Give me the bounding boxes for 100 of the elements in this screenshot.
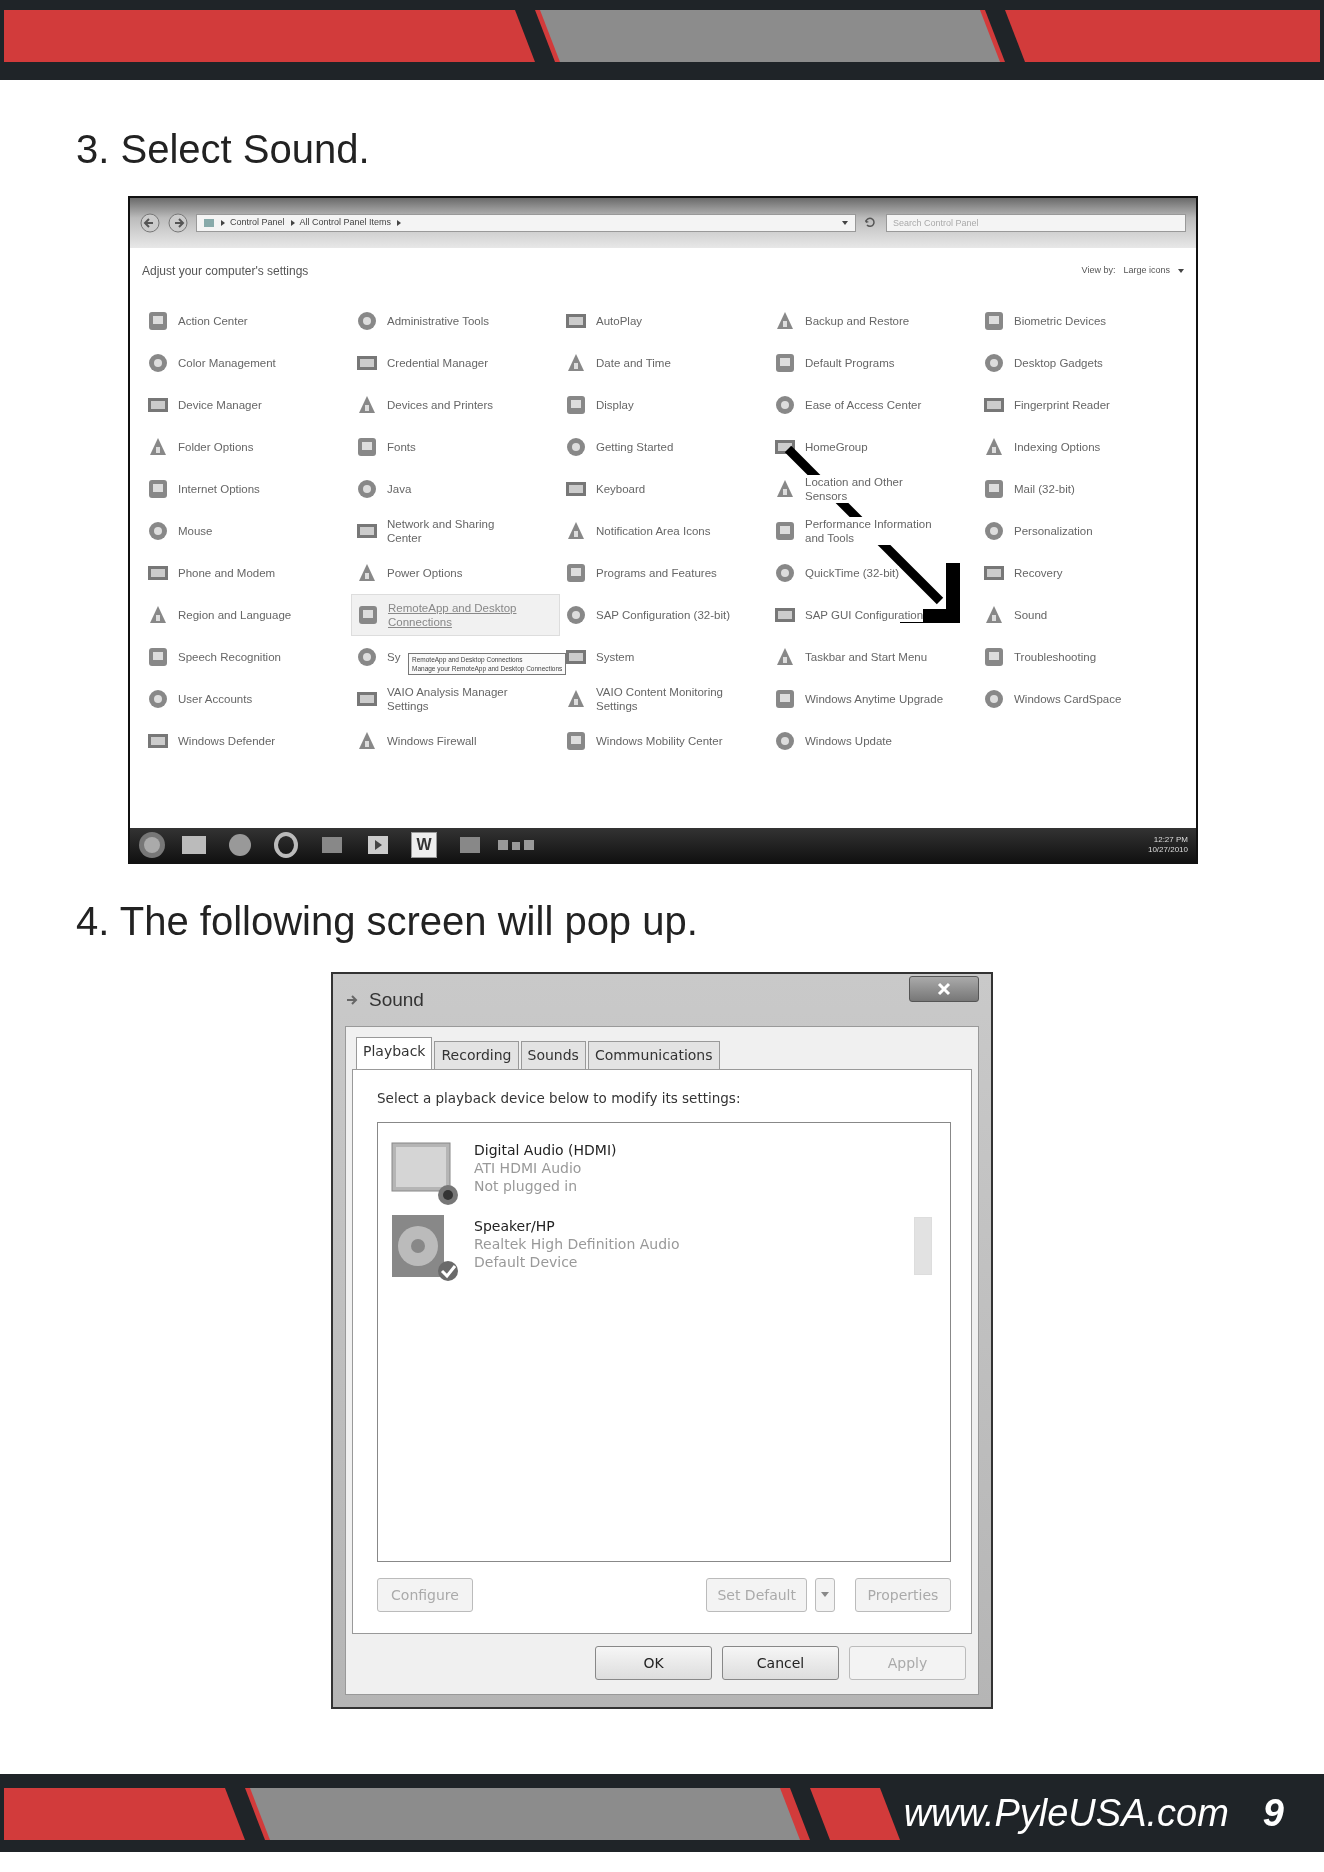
control-panel-link[interactable]: Region and Language bbox=[178, 608, 292, 622]
control-panel-link[interactable]: Date and Time bbox=[596, 356, 671, 370]
address-bar[interactable]: Control Panel All Control Panel Items bbox=[196, 214, 856, 232]
control-panel-link[interactable]: Windows Anytime Upgrade bbox=[805, 692, 944, 706]
control-panel-link[interactable]: SAP GUI Configuration bbox=[805, 608, 924, 622]
circle-icon[interactable] bbox=[226, 831, 254, 859]
control-panel-link[interactable]: AutoPlay bbox=[596, 314, 643, 328]
circle-icon[interactable] bbox=[146, 351, 170, 375]
control-panel-link[interactable]: SAP Configuration (32-bit) bbox=[596, 608, 731, 622]
view-by-dropdown[interactable]: Large icons bbox=[1123, 264, 1170, 278]
square-icon[interactable] bbox=[773, 687, 797, 711]
page-heading: Adjust your computer's settings bbox=[142, 263, 309, 280]
tab[interactable]: Sounds bbox=[520, 1041, 586, 1069]
circle-icon[interactable] bbox=[982, 351, 1006, 375]
control-panel-link[interactable]: Windows CardSpace bbox=[1014, 692, 1122, 706]
square-icon[interactable] bbox=[773, 351, 797, 375]
square-icon[interactable] bbox=[982, 645, 1006, 669]
circle-icon[interactable] bbox=[146, 687, 170, 711]
square-icon[interactable] bbox=[982, 309, 1006, 333]
tray-icons-drawing[interactable] bbox=[498, 838, 534, 852]
square-icon[interactable] bbox=[355, 435, 379, 459]
square-icon[interactable] bbox=[146, 645, 170, 669]
tab[interactable]: Communications bbox=[587, 1041, 720, 1069]
square-icon[interactable] bbox=[564, 393, 588, 417]
control-panel-link[interactable]: Indexing Options bbox=[1014, 440, 1101, 454]
square-icon[interactable] bbox=[773, 519, 797, 543]
square-icon[interactable] bbox=[564, 561, 588, 585]
control-panel-link[interactable]: Action Center bbox=[178, 314, 248, 328]
circle-icon[interactable] bbox=[355, 477, 379, 501]
control-panel-link[interactable]: Backup and Restore bbox=[805, 314, 910, 328]
circle-icon[interactable] bbox=[146, 519, 170, 543]
control-panel-link[interactable]: Speech Recognition bbox=[178, 650, 281, 664]
breadcrumb-item[interactable]: Control Panel bbox=[230, 216, 285, 230]
control-panel-link[interactable]: User Accounts bbox=[178, 692, 253, 706]
square-icon[interactable] bbox=[564, 729, 588, 753]
control-panel-link[interactable]: Phone and Modem bbox=[178, 566, 276, 580]
circle-icon[interactable] bbox=[564, 435, 588, 459]
control-panel-link[interactable]: Windows Update bbox=[805, 734, 892, 748]
breadcrumb-item[interactable]: All Control Panel Items bbox=[299, 216, 392, 230]
control-panel-link[interactable]: Mouse bbox=[178, 524, 213, 538]
square-icon[interactable] bbox=[146, 477, 170, 501]
control-panel-link[interactable]: Programs and Features bbox=[596, 566, 717, 580]
control-panel-link[interactable]: Default Programs bbox=[805, 356, 895, 370]
dropdown-icon[interactable] bbox=[841, 219, 849, 227]
control-panel-link[interactable]: Devices and Printers bbox=[387, 398, 494, 412]
tab[interactable]: Playback bbox=[356, 1037, 433, 1069]
circle-icon[interactable] bbox=[355, 309, 379, 333]
control-panel-link[interactable]: System bbox=[596, 650, 635, 664]
control-panel-link[interactable]: Getting Started bbox=[596, 440, 674, 454]
circle-icon[interactable] bbox=[982, 687, 1006, 711]
browser-icon[interactable] bbox=[272, 831, 300, 859]
dialog-button[interactable]: OK bbox=[595, 1646, 712, 1680]
dialog-button[interactable]: Cancel bbox=[722, 1646, 839, 1680]
control-panel-link[interactable]: Personalization bbox=[1014, 524, 1093, 538]
control-panel-link[interactable]: Ease of Access Center bbox=[805, 398, 922, 412]
control-panel-link[interactable]: Windows Firewall bbox=[387, 734, 477, 748]
control-panel-item[interactable]: RemoteApp and Desktop Connections bbox=[351, 594, 560, 636]
word-app-button[interactable]: W bbox=[411, 832, 437, 858]
control-panel-link[interactable]: Credential Manager bbox=[387, 356, 488, 370]
control-panel-link[interactable]: Desktop Gadgets bbox=[1014, 356, 1103, 370]
control-panel-link[interactable]: Color Management bbox=[178, 356, 276, 370]
control-panel-link[interactable]: Recovery bbox=[1014, 566, 1063, 580]
control-panel-link[interactable]: Administrative Tools bbox=[387, 314, 490, 328]
circle-icon[interactable] bbox=[355, 645, 379, 669]
control-panel-link[interactable]: HomeGroup bbox=[805, 440, 868, 454]
control-panel-link[interactable]: Sy bbox=[387, 650, 401, 664]
control-panel-link[interactable]: Display bbox=[596, 398, 634, 412]
control-panel-link[interactable]: Windows Defender bbox=[178, 734, 276, 748]
control-panel-link[interactable]: Folder Options bbox=[178, 440, 254, 454]
control-panel-link[interactable]: Fingerprint Reader bbox=[1014, 398, 1110, 412]
control-panel-link[interactable]: Internet Options bbox=[178, 482, 260, 496]
refresh-icon[interactable] bbox=[864, 216, 878, 230]
start-button[interactable] bbox=[138, 831, 166, 859]
control-panel-link[interactable]: Keyboard bbox=[596, 482, 646, 496]
caret-icon bbox=[821, 1592, 829, 1599]
close-button[interactable] bbox=[909, 976, 979, 1002]
caret-icon[interactable] bbox=[1178, 268, 1184, 274]
control-panel-link[interactable]: Troubleshooting bbox=[1014, 650, 1097, 664]
control-panel-link[interactable]: Power Options bbox=[387, 566, 463, 580]
control-panel-link[interactable]: Taskbar and Start Menu bbox=[805, 650, 928, 664]
square-icon[interactable] bbox=[146, 309, 170, 333]
control-panel-link[interactable]: Mail (32-bit) bbox=[1014, 482, 1075, 496]
control-panel-link[interactable]: QuickTime (32-bit) bbox=[805, 566, 900, 580]
circle-icon[interactable] bbox=[982, 519, 1006, 543]
square-icon[interactable] bbox=[982, 477, 1006, 501]
control-panel-link[interactable]: Java bbox=[387, 482, 412, 496]
control-panel-link[interactable]: Notification Area Icons bbox=[596, 524, 711, 538]
control-panel-link[interactable]: Windows Mobility Center bbox=[596, 734, 723, 748]
control-panel-link[interactable]: Biometric Devices bbox=[1014, 314, 1107, 328]
forward-button[interactable] bbox=[168, 213, 188, 233]
circle-icon[interactable] bbox=[564, 603, 588, 627]
circle-icon[interactable] bbox=[773, 393, 797, 417]
search-field[interactable]: Search Control Panel bbox=[886, 214, 1186, 232]
control-panel-link[interactable]: Fonts bbox=[387, 440, 416, 454]
circle-icon[interactable] bbox=[773, 729, 797, 753]
circle-icon[interactable] bbox=[773, 561, 797, 585]
back-button[interactable] bbox=[140, 213, 160, 233]
control-panel-link[interactable]: Device Manager bbox=[178, 398, 262, 412]
control-panel-link[interactable]: Sound bbox=[1014, 608, 1048, 622]
tab[interactable]: Recording bbox=[434, 1041, 519, 1069]
